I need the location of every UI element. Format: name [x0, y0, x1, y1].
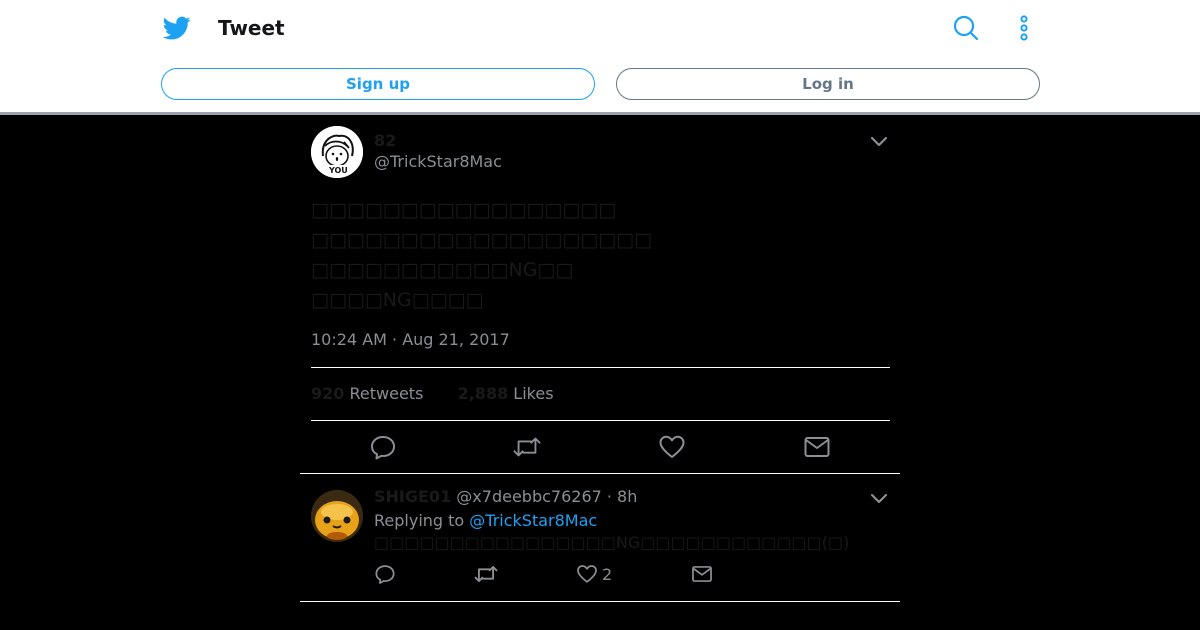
avatar-logo-text: YOU	[329, 166, 348, 175]
reply-text: □□□□□□□□□□□□□□□□NG□□□□□□□□□□□□(□)	[374, 533, 850, 552]
replying-to-link[interactable]: @TrickStar8Mac	[469, 511, 597, 530]
tweet-stats: 920 Retweets 2,888 Likes	[311, 384, 554, 404]
divider	[311, 367, 890, 368]
page-title: Tweet	[218, 16, 285, 40]
divider	[311, 420, 890, 421]
tweet-text-line: □□□□□□□□□□□□□□□□□	[311, 199, 617, 221]
reply-author-name[interactable]: SHIGE01	[374, 487, 451, 506]
tweet-text-line: □□□□□□□□□□□□□□□□□□□	[311, 229, 653, 251]
retweets-count: 920	[311, 384, 345, 403]
retweet-button[interactable]	[512, 432, 542, 462]
envelope-icon	[692, 566, 712, 582]
likes-stat[interactable]: 2,888 Likes	[458, 384, 554, 403]
reply-like-button[interactable]: 2	[576, 563, 612, 585]
reply-author-handle[interactable]: @x7deebbc76267 · 8h	[456, 487, 637, 506]
reply-button[interactable]	[368, 432, 398, 462]
author-handle[interactable]: @TrickStar8Mac	[374, 152, 502, 172]
top-header: Tweet Sign up Log in	[0, 0, 1200, 115]
envelope-icon	[804, 437, 830, 457]
retweet-icon	[513, 437, 541, 457]
reply-icon	[371, 436, 395, 460]
reply-avatar[interactable]	[311, 490, 363, 542]
share-button[interactable]	[802, 432, 832, 462]
avatar[interactable]: YOU	[311, 126, 363, 178]
heart-icon	[659, 435, 685, 458]
retweets-label: Retweets	[349, 384, 424, 403]
log-in-button[interactable]: Log in	[616, 68, 1040, 100]
retweets-stat[interactable]: 920 Retweets	[311, 384, 429, 403]
chevron-down-icon[interactable]	[868, 487, 890, 509]
avatar-image-icon	[311, 490, 363, 542]
more-vertical-icon[interactable]	[1010, 14, 1038, 42]
twitter-bird-icon[interactable]	[163, 14, 191, 42]
reply-share-button[interactable]	[691, 563, 713, 585]
retweet-icon	[474, 565, 498, 583]
tweet-text-line: □□□□□□□□□□□NG□□	[311, 259, 574, 281]
reply-icon	[375, 565, 395, 584]
reply-reply-button[interactable]	[374, 563, 396, 585]
like-button[interactable]	[657, 432, 687, 462]
reply-retweet-button[interactable]	[473, 563, 499, 585]
heart-icon	[577, 565, 597, 583]
likes-count: 2,888	[457, 384, 509, 403]
search-icon[interactable]	[952, 14, 980, 42]
likes-label: Likes	[513, 384, 554, 403]
reply-header: SHIGE01 @x7deebbc76267 · 8h	[374, 487, 637, 507]
reply-like-count: 2	[602, 564, 613, 584]
replying-to: Replying to @TrickStar8Mac	[374, 511, 597, 531]
chevron-down-icon[interactable]	[868, 130, 890, 152]
sign-up-button[interactable]: Sign up	[161, 68, 595, 100]
replying-to-label: Replying to	[374, 511, 465, 530]
tweet-text: □□□□□□□□□□□□□□□□□ □□□□□□□□□□□□□□□□□□□ □□…	[311, 195, 891, 315]
divider	[300, 601, 900, 602]
author-display-name[interactable]: 82	[374, 131, 396, 151]
tweet-timestamp[interactable]: 10:24 AM · Aug 21, 2017	[311, 330, 510, 350]
divider	[300, 473, 900, 474]
tweet-text-line: □□□□NG□□□□	[311, 289, 484, 311]
